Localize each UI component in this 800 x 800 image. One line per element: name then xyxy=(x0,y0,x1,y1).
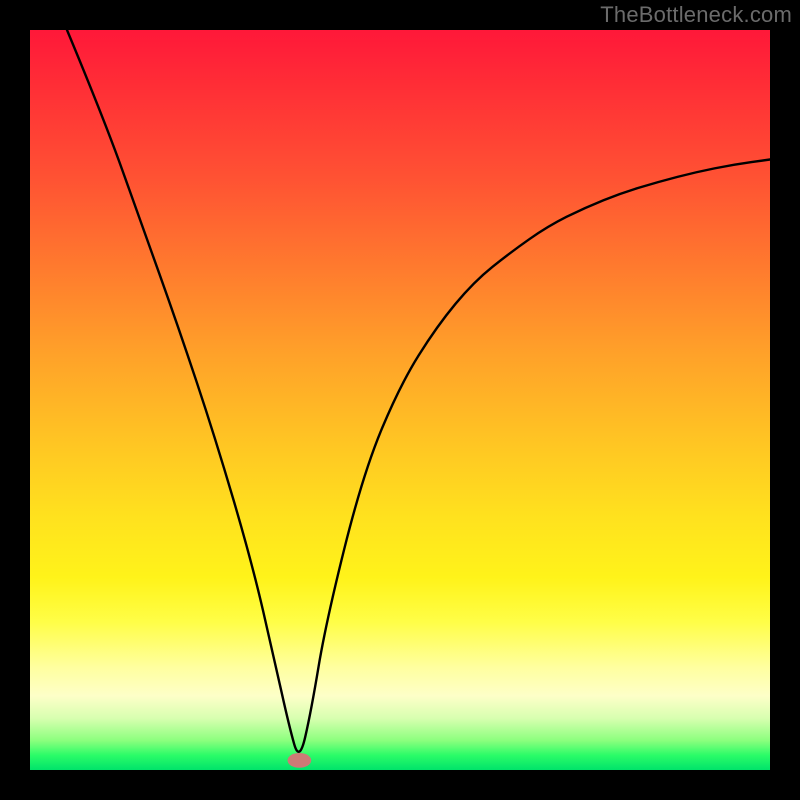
bottleneck-curve xyxy=(67,30,770,752)
chart-frame: TheBottleneck.com xyxy=(0,0,800,800)
plot-area xyxy=(30,30,770,770)
minimum-marker xyxy=(288,753,312,768)
watermark-text: TheBottleneck.com xyxy=(600,2,792,28)
chart-svg xyxy=(30,30,770,770)
